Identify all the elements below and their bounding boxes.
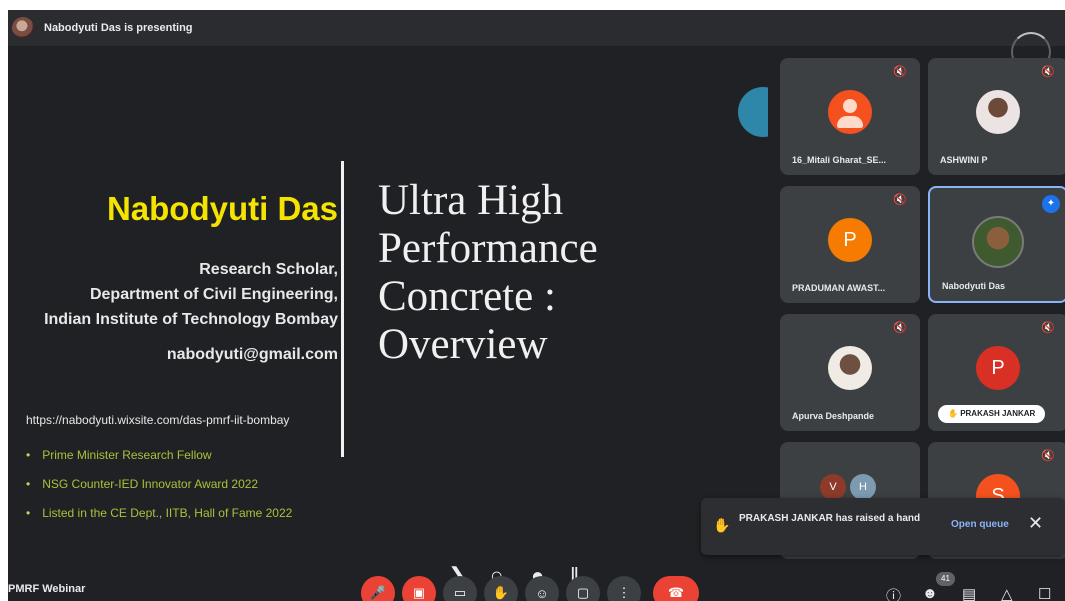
control-bar: PMRF Webinar ❯ ○ ● ‖ 🎤 ▣ ▭ ✋ ☺ ▢ ⋮ ☎ ⓘ 4… [8,555,1065,601]
participant-tile-presenting[interactable]: ✦ Nabodyuti Das [928,186,1065,303]
chat-icon[interactable]: ▤ [962,585,976,601]
participant-name: Apurva Deshpande [792,411,875,421]
presenter-avatar [12,17,34,39]
participant-avatar: V [820,474,846,500]
participant-avatar [972,216,1024,268]
info-icon[interactable]: ⓘ [886,585,901,601]
bullet-item: Prime Minister Research Fellow [26,447,292,476]
meeting-title: PMRF Webinar [8,583,86,595]
slide-bullets: Prime Minister Research Fellow NSG Count… [26,447,292,530]
mic-off-icon: 🔇 [1041,66,1055,78]
slide-speaker-role: Research Scholar, Department of Civil En… [44,257,338,332]
people-icon[interactable]: ☻ [922,585,938,601]
participant-tile[interactable]: 🔇 16_Mitali Gharat_SE... [780,58,920,175]
emoji-button[interactable]: ☺ [525,576,559,601]
participant-avatar: H [850,474,876,500]
participant-name: Nabodyuti Das [942,281,1006,291]
host-controls-icon[interactable]: ☐ [1038,585,1051,601]
activities-icon[interactable]: △ [1001,585,1013,601]
participant-tile[interactable]: 🔇 P PRADUMAN AWAST... [780,186,920,303]
slide-speaker-name: Nabodyuti Das [106,190,338,227]
raised-hand-notification: ✋ PRAKASH JANKAR has raised a hand Open … [701,498,1065,555]
presenting-bar: Nabodyuti Das is presenting [8,10,1065,46]
title-line: Ultra High [378,177,564,224]
more-options-button[interactable]: ⋮ [607,576,641,601]
open-queue-button[interactable]: Open queue [951,519,1009,530]
role-line: Research Scholar, [199,261,338,278]
participant-tile[interactable]: 🔇 ASHWINI P [928,58,1065,175]
participant-name: PRADUMAN AWAST... [792,283,886,293]
mic-off-icon: 🔇 [893,194,907,206]
hand-icon: ✋ [713,517,731,533]
participant-avatar: P [828,218,872,262]
mic-off-icon: 🔇 [893,66,907,78]
slide-decoration [738,87,768,137]
role-line: Department of Civil Engineering, [89,286,338,303]
mic-off-icon: 🔇 [1041,450,1055,462]
presenting-text: Nabodyuti Das is presenting [44,22,193,34]
slide-divider [341,161,344,457]
title-line: Performance [378,225,598,272]
leave-call-button[interactable]: ☎ [653,576,699,601]
participant-name: 16_Mitali Gharat_SE... [792,155,887,165]
hand-raised-chip: ✋ PRAKASH JANKAR [938,405,1046,423]
participant-avatar [828,346,872,390]
mic-off-icon: 🔇 [1041,322,1055,334]
slide-url: https://nabodyuti.wixsite.com/das-pmrf-i… [26,413,290,427]
captions-button[interactable]: ▭ [443,576,477,601]
title-line: Overview [378,321,548,368]
slide-title: Ultra High Performance Concrete : Overvi… [378,177,598,369]
present-button[interactable]: ▢ [566,576,600,601]
role-line: Indian Institute of Technology Bombay [44,311,338,328]
shared-slide: Nabodyuti Das Research Scholar, Departme… [8,87,768,530]
close-icon[interactable]: ✕ [1028,513,1043,534]
presenting-icon: ✦ [1042,195,1060,213]
bullet-item: Listed in the CE Dept., IITB, Hall of Fa… [26,505,292,530]
title-line: Concrete : [378,273,556,320]
mic-off-icon: 🔇 [893,322,907,334]
participant-count-badge: 41 [936,572,955,586]
participant-name: PRAKASH JANKAR [960,409,1036,418]
meet-window: Nabodyuti Das is presenting Nabodyuti Da… [8,10,1065,601]
person-icon [828,90,872,134]
mic-off-button[interactable]: 🎤 [361,576,395,601]
camera-off-button[interactable]: ▣ [402,576,436,601]
participant-name: ASHWINI P [940,155,988,165]
participant-tile[interactable]: 🔇 Apurva Deshpande [780,314,920,431]
notification-text: PRAKASH JANKAR has raised a hand [739,513,921,524]
slide-email: nabodyuti@gmail.com [166,346,338,363]
raise-hand-button[interactable]: ✋ [484,576,518,601]
participant-tile[interactable]: 🔇 P ✋ PRAKASH JANKAR [928,314,1065,431]
participant-avatar [976,90,1020,134]
participant-avatar: P [976,346,1020,390]
bullet-item: NSG Counter-IED Innovator Award 2022 [26,476,292,505]
